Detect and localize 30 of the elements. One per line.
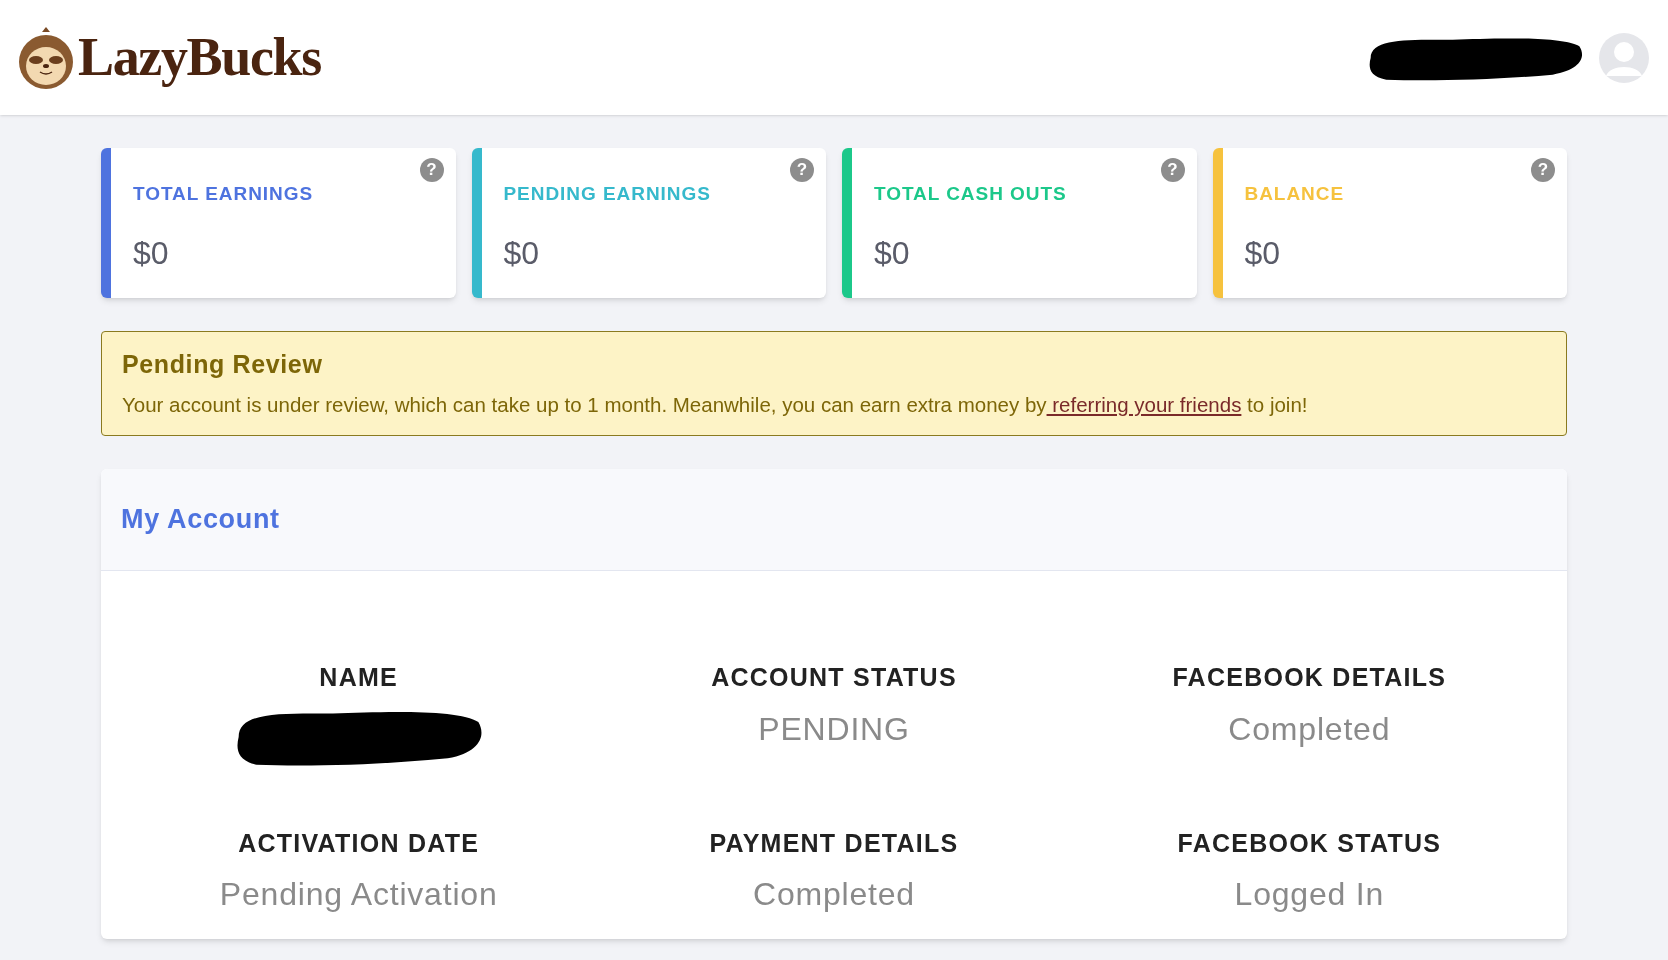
alert-message: Your account is under review, which can take up to 1 month. Meanwhile, you can earn extra money by referring your friends to join! — [122, 391, 1309, 418]
field-value: PENDING — [758, 709, 910, 749]
field-label: ACCOUNT STATUS — [711, 662, 957, 693]
field-value: Completed — [753, 875, 915, 914]
stat-label: PENDING EARNINGS — [503, 182, 712, 206]
stat-label: TOTAL EARNINGS — [133, 182, 315, 206]
logo-text[interactable]: LazyBucks — [78, 17, 321, 98]
field-label: FACEBOOK STATUS — [1177, 827, 1442, 859]
field-label: ACTIVATION DATE — [238, 827, 480, 859]
help-icon[interactable]: ? — [790, 158, 814, 182]
field-value: Logged In — [1234, 875, 1385, 914]
stat-label: BALANCE — [1244, 182, 1346, 206]
alert-title: Pending Review — [122, 349, 324, 381]
field-label: NAME — [319, 662, 398, 693]
avatar-icon[interactable] — [1598, 31, 1650, 84]
sloth-logo-icon — [18, 25, 74, 90]
card-title: My Account — [121, 503, 280, 537]
field-label: FACEBOOK DETAILS — [1172, 662, 1447, 693]
referral-link[interactable]: referring your friends — [1046, 392, 1242, 416]
field-value: Pending Activation — [219, 875, 498, 914]
stat-value: $0 — [503, 233, 541, 273]
field-value: Completed — [1228, 709, 1391, 749]
help-icon[interactable]: ? — [419, 158, 444, 182]
stat-label: TOTAL CASH OUTS — [874, 182, 1068, 206]
stat-value: $0 — [1244, 233, 1282, 273]
stat-value: $0 — [874, 233, 911, 273]
help-icon[interactable]: ? — [1531, 158, 1555, 182]
stat-value: $0 — [133, 233, 170, 273]
help-icon[interactable]: ? — [1160, 158, 1185, 182]
field-label: PAYMENT DETAILS — [709, 827, 959, 859]
